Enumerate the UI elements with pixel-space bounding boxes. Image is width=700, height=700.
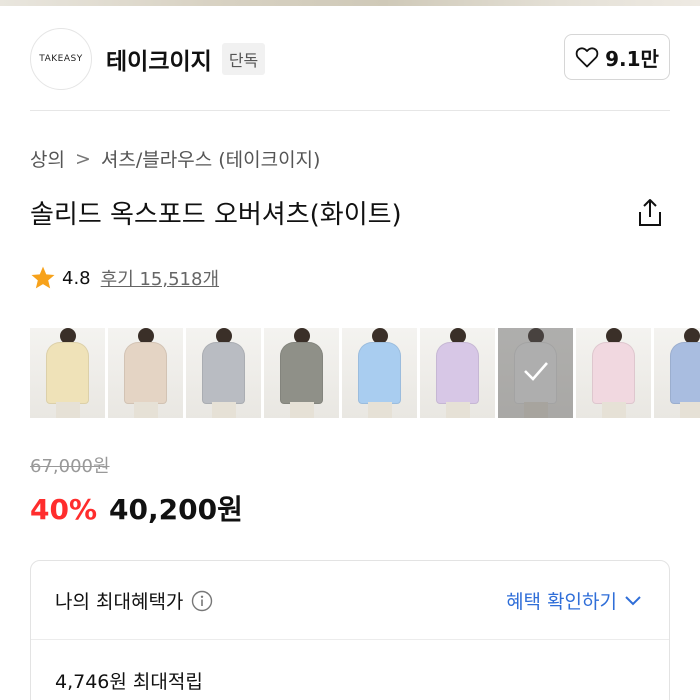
breadcrumb-subcategory[interactable]: 셔츠/블라우스 (테이크이지) <box>101 145 321 172</box>
model-legs <box>56 402 80 418</box>
divider <box>31 639 669 640</box>
color-option-thumbnail[interactable] <box>186 328 261 418</box>
max-points-text: 4,746원 최대적립 <box>55 671 203 693</box>
model-legs <box>368 402 392 418</box>
store-logo[interactable]: TAKEASY <box>30 28 92 90</box>
product-title: 솔리드 옥스포드 오버셔츠(화이트) <box>30 200 402 230</box>
shirt-swatch <box>280 342 323 404</box>
model-legs <box>134 402 158 418</box>
sale-price: 40,200원 <box>109 493 243 526</box>
color-option-thumbnail[interactable] <box>654 328 700 418</box>
rating-value: 4.8 <box>62 267 91 289</box>
chevron-down-icon <box>625 595 641 605</box>
store-name[interactable]: 테이크이지 <box>106 42 212 76</box>
benefit-box: 나의 최대혜택가 혜택 확인하기 4,746원 최대적립 <box>30 560 670 700</box>
product-image-bottom-edge <box>0 0 700 6</box>
check-icon <box>524 362 548 381</box>
shirt-swatch <box>670 342 700 404</box>
color-option-thumbnail[interactable] <box>342 328 417 418</box>
color-option-thumbnail[interactable] <box>264 328 339 418</box>
breadcrumb-category[interactable]: 상의 <box>30 145 65 172</box>
model-legs <box>524 402 548 418</box>
check-benefit-button[interactable]: 혜택 확인하기 <box>506 587 641 614</box>
star-icon <box>31 266 55 289</box>
shirt-swatch <box>358 342 401 404</box>
benefit-heading: 나의 최대혜택가 <box>55 587 213 614</box>
color-option-thumbnail[interactable] <box>420 328 495 418</box>
model-legs <box>212 402 236 418</box>
heart-icon <box>575 47 599 68</box>
shirt-swatch <box>436 342 479 404</box>
color-option-thumbnail[interactable] <box>108 328 183 418</box>
shirt-swatch <box>124 342 167 404</box>
rating-row: 4.8 후기 15,518개 <box>30 265 219 291</box>
like-button[interactable]: 9.1만 <box>564 34 670 80</box>
breadcrumb-separator: > <box>74 147 91 170</box>
model-legs <box>602 402 626 418</box>
model-head <box>528 328 544 344</box>
like-count: 9.1만 <box>605 46 659 71</box>
price-row: 40% 40,200원 <box>30 488 243 528</box>
original-price: 67,000원 <box>30 456 110 477</box>
color-option-thumbnail[interactable] <box>498 328 573 418</box>
shirt-swatch <box>202 342 245 404</box>
model-legs <box>680 402 700 418</box>
divider <box>30 110 670 111</box>
review-count-link[interactable]: 후기 15,518개 <box>101 265 219 291</box>
store-header: TAKEASY 테이크이지 단독 9.1만 <box>30 28 670 90</box>
info-icon[interactable] <box>191 590 213 612</box>
color-option-list <box>30 328 700 418</box>
discount-rate: 40% <box>30 493 98 526</box>
color-option-thumbnail[interactable] <box>30 328 105 418</box>
model-legs <box>446 402 470 418</box>
shirt-swatch <box>592 342 635 404</box>
shirt-swatch <box>46 342 89 404</box>
breadcrumb: 상의 > 셔츠/블라우스 (테이크이지) <box>30 145 320 172</box>
color-option-thumbnail[interactable] <box>576 328 651 418</box>
check-benefit-label: 혜택 확인하기 <box>506 591 617 613</box>
share-icon[interactable] <box>636 198 664 228</box>
model-legs <box>290 402 314 418</box>
benefit-title: 나의 최대혜택가 <box>55 591 184 613</box>
exclusive-badge: 단독 <box>221 43 266 75</box>
